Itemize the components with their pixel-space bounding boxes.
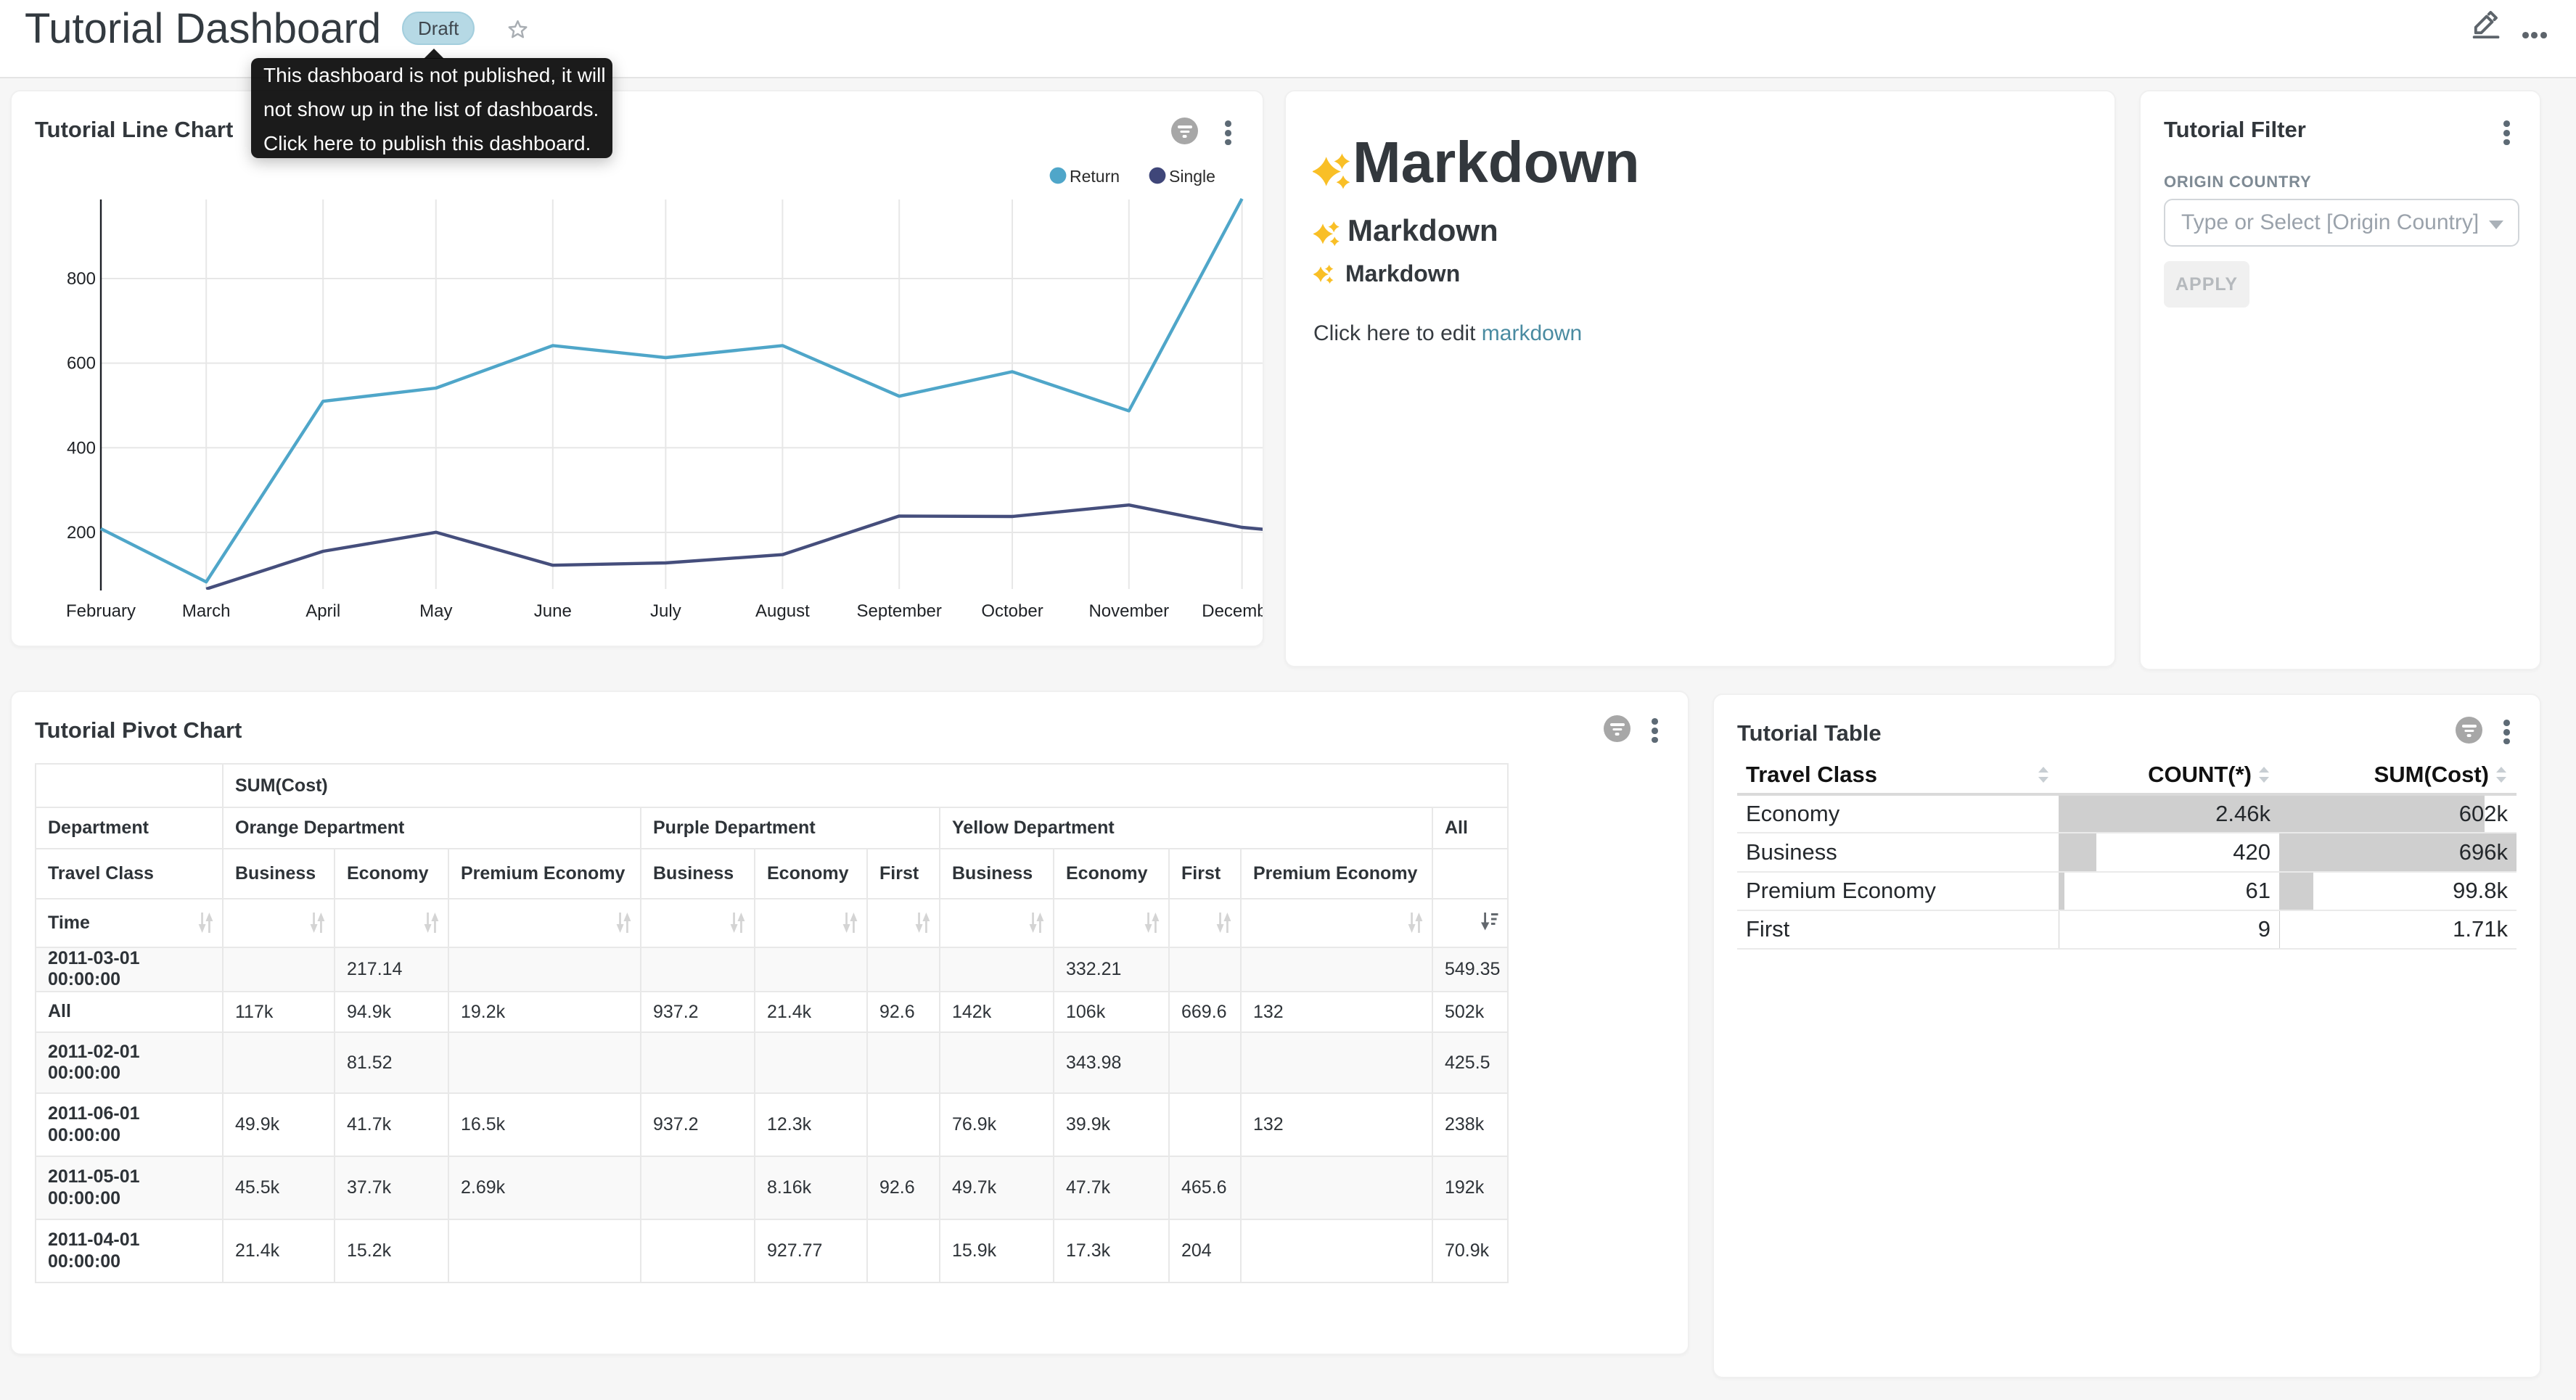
svg-text:Single: Single [1169, 167, 1215, 186]
svg-text:August: August [755, 601, 810, 621]
svg-text:February: February [66, 601, 136, 621]
svg-text:Return: Return [1070, 167, 1120, 186]
svg-text:600: 600 [67, 354, 96, 374]
svg-text:May: May [419, 601, 452, 621]
svg-text:March: March [182, 601, 231, 621]
svg-text:September: September [856, 601, 941, 621]
svg-text:July: July [650, 601, 681, 621]
svg-text:October: October [981, 601, 1043, 621]
svg-text:December: December [1202, 601, 1264, 621]
svg-text:November: November [1088, 601, 1169, 621]
svg-text:June: June [534, 601, 572, 621]
svg-text:April: April [305, 601, 340, 621]
svg-text:800: 800 [67, 269, 96, 289]
svg-text:200: 200 [67, 523, 96, 543]
svg-text:400: 400 [67, 438, 96, 458]
